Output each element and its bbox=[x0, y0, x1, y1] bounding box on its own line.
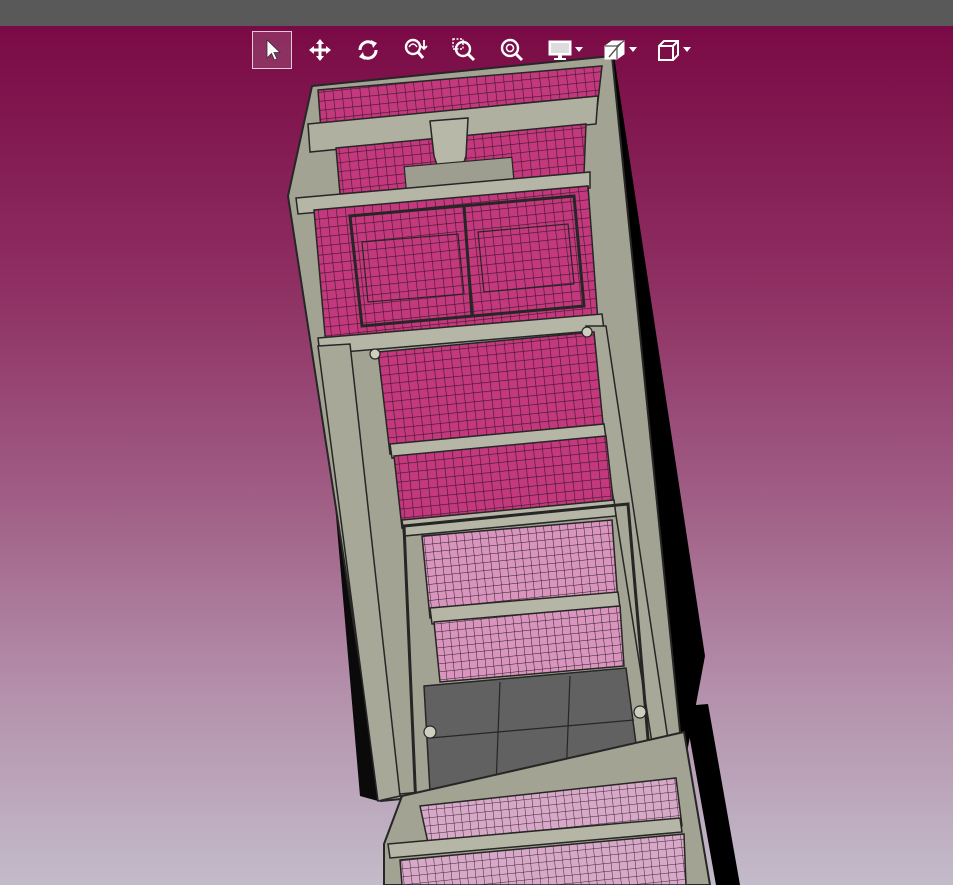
window-titlebar bbox=[0, 0, 953, 26]
select-tool-button[interactable] bbox=[252, 31, 292, 69]
display-mode-button[interactable] bbox=[540, 31, 580, 69]
zoom-dynamic-button[interactable] bbox=[396, 31, 436, 69]
move-arrows-icon bbox=[309, 39, 331, 61]
section-view-button[interactable] bbox=[594, 31, 634, 69]
cube-icon bbox=[658, 40, 679, 61]
pan-tool-button[interactable] bbox=[300, 31, 340, 69]
zoom-window-button[interactable] bbox=[444, 31, 484, 69]
rotate-icon bbox=[358, 40, 378, 60]
3d-viewport[interactable] bbox=[0, 26, 953, 885]
upper-panel-left bbox=[361, 233, 465, 303]
section-cube-icon bbox=[604, 40, 625, 60]
rotate-tool-button[interactable] bbox=[348, 31, 388, 69]
zoom-dynamic-icon bbox=[404, 38, 428, 59]
zoom-fit-button[interactable] bbox=[492, 31, 532, 69]
view-orientation-button[interactable] bbox=[648, 31, 688, 69]
cad-model-cage[interactable] bbox=[0, 26, 953, 885]
arrow-pointer-icon bbox=[266, 39, 281, 61]
view-toolbar bbox=[252, 30, 702, 70]
upper-panel-right bbox=[477, 223, 575, 293]
zoom-fit-icon bbox=[500, 38, 524, 62]
zoom-window-icon bbox=[452, 38, 476, 62]
monitor-icon bbox=[548, 40, 572, 60]
